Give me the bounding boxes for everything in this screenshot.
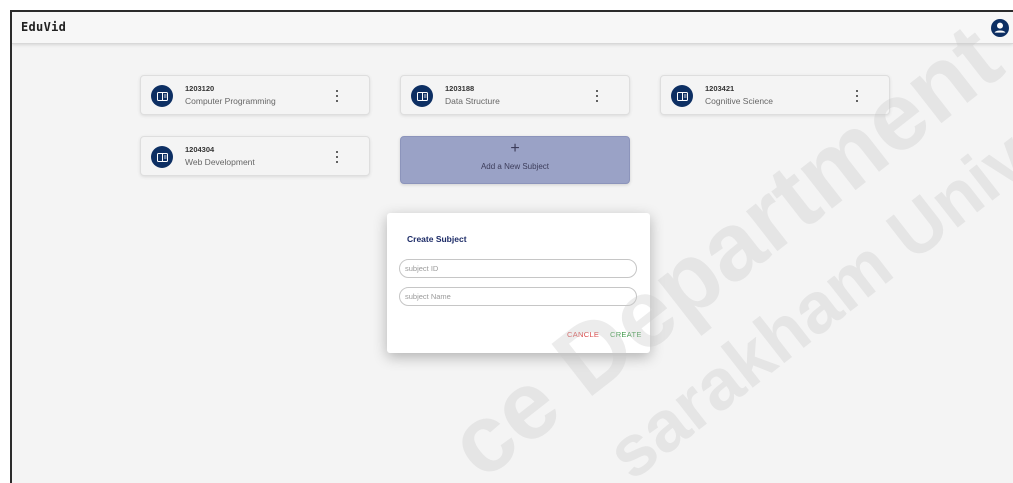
subject-name-input[interactable]: [399, 287, 637, 306]
subject-name: Web Development: [185, 157, 255, 167]
subject-id: 1203421: [705, 84, 735, 93]
book-icon: [151, 146, 173, 168]
subject-card[interactable]: 1203421 Cognitive Science: [660, 75, 890, 115]
cancel-button[interactable]: CANCLE: [567, 330, 599, 339]
subject-id: 1203120: [185, 84, 215, 93]
more-vert-icon[interactable]: [331, 151, 343, 163]
brand-title[interactable]: EduVid: [21, 20, 66, 34]
more-vert-icon[interactable]: [591, 90, 603, 102]
app-bar: EduVid: [12, 12, 1013, 44]
add-subject-button[interactable]: + Add a New Subject: [400, 136, 630, 184]
subject-id-input[interactable]: [399, 259, 637, 278]
subject-name: Data Structure: [445, 96, 500, 106]
plus-icon: +: [510, 140, 520, 157]
dialog-title: Create Subject: [407, 234, 467, 244]
create-button[interactable]: CREATE: [610, 330, 642, 339]
subject-name: Computer Programming: [185, 96, 276, 106]
subject-name: Cognitive Science: [705, 96, 774, 106]
create-subject-dialog: Create Subject CANCLE CREATE: [387, 213, 650, 353]
main-content: 1203120 Computer Programming 1203188 Dat…: [12, 45, 1013, 483]
account-circle-icon[interactable]: [990, 18, 1010, 38]
book-icon: [671, 85, 693, 107]
more-vert-icon[interactable]: [851, 90, 863, 102]
more-vert-icon[interactable]: [331, 90, 343, 102]
app-frame: EduVid 1203120 Computer Programming 1203…: [10, 10, 1013, 483]
book-icon: [151, 85, 173, 107]
add-subject-label: Add a New Subject: [480, 162, 550, 171]
book-icon: [411, 85, 433, 107]
subject-id: 1204304: [185, 145, 215, 154]
subject-card[interactable]: 1204304 Web Development: [140, 136, 370, 176]
subject-id: 1203188: [445, 84, 475, 93]
subject-card[interactable]: 1203120 Computer Programming: [140, 75, 370, 115]
subject-card[interactable]: 1203188 Data Structure: [400, 75, 630, 115]
